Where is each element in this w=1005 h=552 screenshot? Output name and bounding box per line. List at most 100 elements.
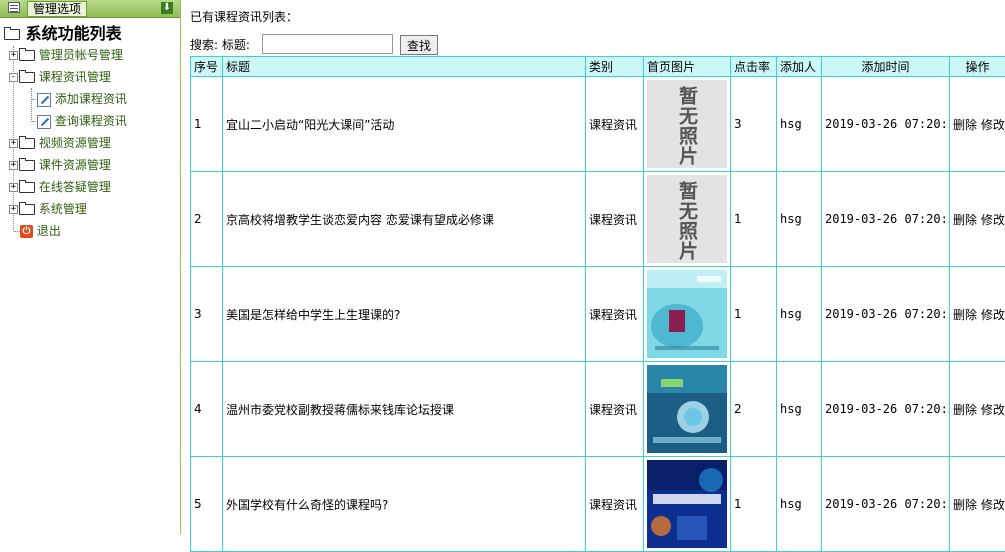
page-title: 已有课程资讯列表： <box>190 8 298 25</box>
no-photo-image: 暂无照片 <box>647 80 727 168</box>
expand-icon[interactable]: + <box>9 161 18 170</box>
cell-no: 5 <box>191 457 223 552</box>
search-button[interactable]: 查找 <box>400 35 438 55</box>
sidebar-header: 管理选项 ⬇ <box>0 0 180 18</box>
news-thumbnail <box>647 365 727 453</box>
cell-adder: hsg <box>777 457 822 552</box>
sidebar-item-label: 视频资源管理 <box>39 136 111 150</box>
collapse-icon[interactable]: - <box>9 73 18 82</box>
cell-category: 课程资讯 <box>586 267 644 362</box>
table-row: 5外国学校有什么奇怪的课程吗?课程资讯1hsg2019-03-26 07:20:… <box>191 457 1005 552</box>
delete-link[interactable]: 删除 <box>953 308 977 322</box>
expand-icon[interactable]: + <box>9 51 18 60</box>
search-prefix-label: 搜索: <box>190 38 218 52</box>
column-header-adder: 添加人 <box>777 57 822 77</box>
sidebar-item-add-course-news[interactable]: 添加课程资讯 <box>37 88 127 110</box>
news-thumbnail <box>647 270 727 358</box>
tree-root: 系统功能列表 <box>4 24 122 44</box>
column-header-title: 标题 <box>223 57 586 77</box>
search-input[interactable] <box>262 34 393 54</box>
cell-actions: 删除 修改 <box>950 362 1005 457</box>
sidebar-item-label: 系统管理 <box>39 202 87 216</box>
calendar-icon <box>8 2 20 13</box>
table-header-row: 序号 标题 类别 首页图片 点击率 添加人 添加时间 操作 <box>191 57 1005 77</box>
expand-icon[interactable]: + <box>9 183 18 192</box>
cell-image: 暂无照片 <box>644 172 731 267</box>
cell-time: 2019-03-26 07:20:24 <box>822 362 950 457</box>
sidebar-item-query-course-news[interactable]: 查询课程资讯 <box>37 110 127 132</box>
cell-category: 课程资讯 <box>586 172 644 267</box>
no-photo-image: 暂无照片 <box>647 175 727 263</box>
delete-link[interactable]: 删除 <box>953 403 977 417</box>
cell-adder: hsg <box>777 77 822 172</box>
cell-title: 京高校将增教学生谈恋爱内容 恋爱课有望成必修课 <box>223 172 586 267</box>
sidebar-item-label: 在线答疑管理 <box>39 180 111 194</box>
cell-no: 4 <box>191 362 223 457</box>
delete-link[interactable]: 删除 <box>953 118 977 132</box>
edit-link[interactable]: 修改 <box>981 118 1005 132</box>
expand-icon[interactable]: + <box>9 205 18 214</box>
edit-link[interactable]: 修改 <box>981 308 1005 322</box>
sidebar-item-logout[interactable]: ⏻ 退出 <box>20 220 61 242</box>
folder-open-icon <box>4 29 20 40</box>
cell-time: 2019-03-26 07:20:24 <box>822 457 950 552</box>
tree-root-title: 系统功能列表 <box>26 24 122 43</box>
cell-no: 3 <box>191 267 223 362</box>
folder-icon <box>19 204 35 215</box>
arrow-down-icon[interactable]: ⬇ <box>161 2 173 14</box>
sidebar-item-online-qa[interactable]: + 在线答疑管理 <box>9 176 111 198</box>
folder-icon <box>19 138 35 149</box>
cell-title: 外国学校有什么奇怪的课程吗? <box>223 457 586 552</box>
no-photo-text: 暂无照片 <box>676 85 698 166</box>
cell-image <box>644 267 731 362</box>
delete-link[interactable]: 删除 <box>953 498 977 512</box>
tree-connector <box>32 121 36 122</box>
cell-adder: hsg <box>777 362 822 457</box>
table-row: 3美国是怎样给中学生上生理课的?课程资讯1hsg2019-03-26 07:20… <box>191 267 1005 362</box>
column-header-no: 序号 <box>191 57 223 77</box>
column-header-category: 类别 <box>586 57 644 77</box>
cell-image <box>644 457 731 552</box>
sidebar-item-system[interactable]: + 系统管理 <box>9 198 87 220</box>
sidebar-item-course-news[interactable]: - 课程资讯管理 <box>9 66 111 88</box>
cell-adder: hsg <box>777 267 822 362</box>
column-header-actions: 操作 <box>950 57 1005 77</box>
edit-link[interactable]: 修改 <box>981 403 1005 417</box>
edit-link[interactable]: 修改 <box>981 498 1005 512</box>
expand-icon[interactable]: + <box>9 139 18 148</box>
edit-icon <box>37 115 51 129</box>
column-header-clicks: 点击率 <box>731 57 777 77</box>
cell-actions: 删除 修改 <box>950 457 1005 552</box>
tree-connector <box>32 99 36 100</box>
sidebar-item-label: 退出 <box>37 224 61 238</box>
course-news-table: 序号 标题 类别 首页图片 点击率 添加人 添加时间 操作 1宜山二小启动“阳光… <box>190 56 1005 552</box>
sidebar-item-admin-accounts[interactable]: + 管理员帐号管理 <box>9 44 123 66</box>
sidebar-item-video-resources[interactable]: + 视频资源管理 <box>9 132 111 154</box>
delete-link[interactable]: 删除 <box>953 213 977 227</box>
cell-clicks: 1 <box>731 267 777 362</box>
tree-connector <box>31 88 32 122</box>
cell-image: 暂无照片 <box>644 77 731 172</box>
cell-actions: 删除 修改 <box>950 77 1005 172</box>
sidebar-header-label[interactable]: 管理选项 <box>27 1 87 17</box>
folder-icon <box>19 50 35 61</box>
edit-link[interactable]: 修改 <box>981 213 1005 227</box>
folder-open-icon <box>19 72 35 83</box>
search-bar: 搜索: 标题: 查找 <box>190 34 250 56</box>
no-photo-text: 暂无照片 <box>676 180 698 261</box>
cell-actions: 删除 修改 <box>950 172 1005 267</box>
sidebar-item-label: 课件资源管理 <box>39 158 111 172</box>
sidebar-item-label: 添加课程资讯 <box>55 92 127 106</box>
cell-clicks: 2 <box>731 362 777 457</box>
cell-clicks: 1 <box>731 457 777 552</box>
cell-image <box>644 362 731 457</box>
cell-clicks: 3 <box>731 77 777 172</box>
cell-title: 美国是怎样给中学生上生理课的? <box>223 267 586 362</box>
main-content: 已有课程资讯列表： 搜索: 标题: 查找 序号 标题 类别 首页图片 点击率 添… <box>190 0 1005 534</box>
cell-time: 2019-03-26 07:20:24 <box>822 172 950 267</box>
cell-title: 温州市委党校副教授蒋儒标来钱库论坛授课 <box>223 362 586 457</box>
cell-time: 2019-03-26 07:20:24 <box>822 77 950 172</box>
table-row: 2京高校将增教学生谈恋爱内容 恋爱课有望成必修课课程资讯暂无照片1hsg2019… <box>191 172 1005 267</box>
table-row: 1宜山二小启动“阳光大课间”活动课程资讯暂无照片3hsg2019-03-26 0… <box>191 77 1005 172</box>
sidebar-item-courseware-resources[interactable]: + 课件资源管理 <box>9 154 111 176</box>
